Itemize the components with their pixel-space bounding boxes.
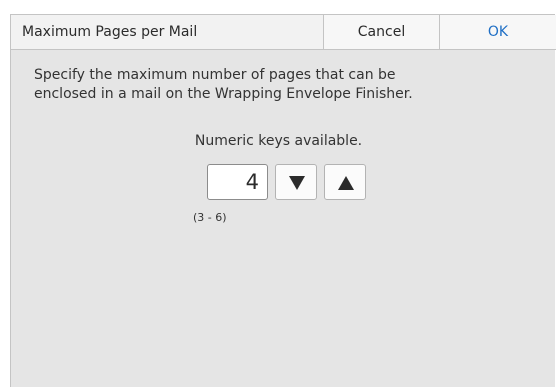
description-text: Specify the maximum number of pages that… xyxy=(34,66,534,104)
description-line-1: Specify the maximum number of pages that… xyxy=(34,67,396,83)
numeric-keys-note: Numeric keys available. xyxy=(194,133,363,149)
max-pages-value-field[interactable]: 4 xyxy=(207,164,268,200)
value-range-label: (3 - 6) xyxy=(193,211,227,224)
dialog-header: Maximum Pages per Mail Cancel OK xyxy=(11,15,556,50)
triangle-down-icon xyxy=(289,176,305,190)
dialog-title: Maximum Pages per Mail xyxy=(22,24,198,40)
decrement-button[interactable] xyxy=(275,164,317,200)
cancel-button[interactable]: Cancel xyxy=(323,15,439,49)
increment-button[interactable] xyxy=(324,164,366,200)
description-line-2: enclosed in a mail on the Wrapping Envel… xyxy=(34,86,413,102)
max-pages-dialog: Maximum Pages per Mail Cancel OK Specify… xyxy=(10,14,556,387)
ok-button[interactable]: OK xyxy=(439,15,556,49)
triangle-up-icon xyxy=(338,176,354,190)
